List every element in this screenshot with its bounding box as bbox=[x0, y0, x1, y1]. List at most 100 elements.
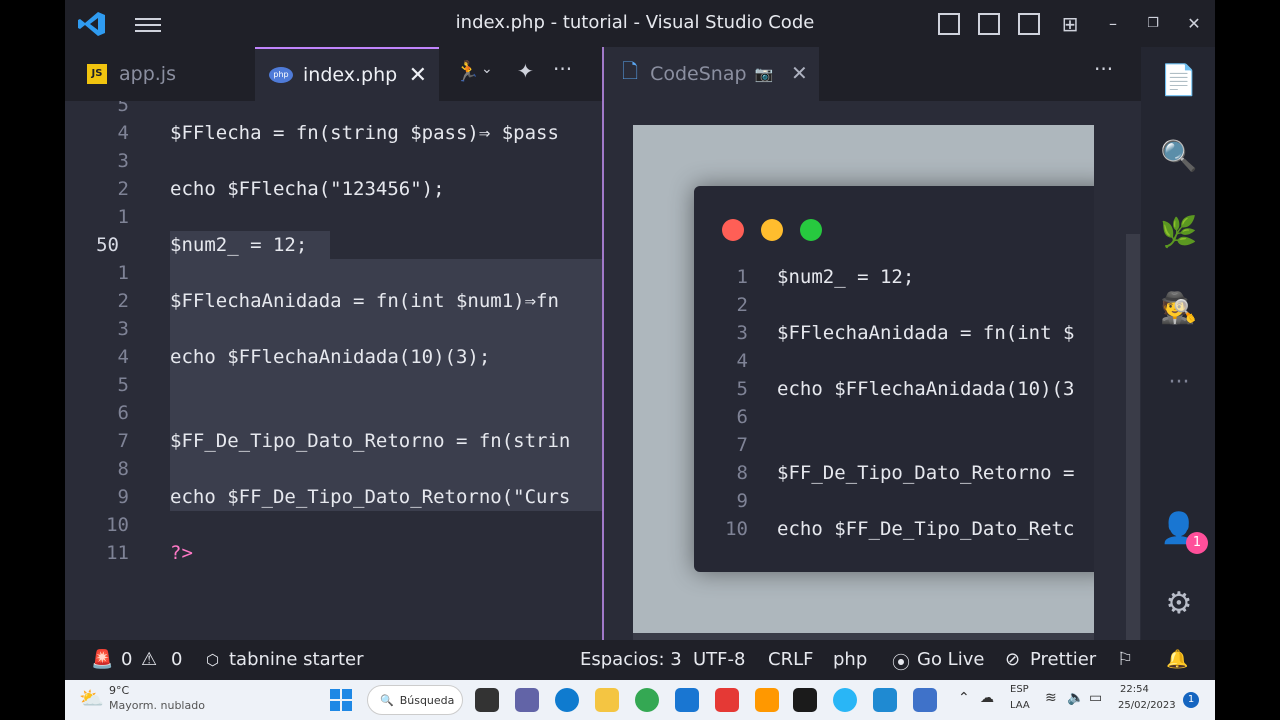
explorer-icon[interactable]: 📄 bbox=[1159, 61, 1199, 101]
menu-icon[interactable] bbox=[135, 14, 161, 34]
code-line: echo $FFlechaAnidada(10)(3); bbox=[170, 346, 491, 368]
toggle-secondary-sidebar-icon[interactable] bbox=[1018, 13, 1040, 35]
camera-icon: 📷 bbox=[754, 65, 774, 83]
source-control-icon[interactable]: 🌿 bbox=[1159, 213, 1199, 253]
code-line: $FF_De_Tipo_Dato_Retorno = fn(strin bbox=[170, 430, 571, 452]
minimize-icon[interactable]: – bbox=[1101, 12, 1125, 36]
code-line: ?> bbox=[170, 542, 193, 564]
taskbar-search[interactable]: 🔍 Búsqueda bbox=[367, 685, 463, 715]
chevron-up-icon[interactable]: ⌃ bbox=[958, 690, 970, 706]
editor-tabs-left: JS app.js php index.php ✕ 🏃 ⌄ ✦ ··· bbox=[65, 47, 602, 101]
weather-icon[interactable]: ⛅ bbox=[79, 686, 104, 710]
input-lang-1[interactable]: ESP bbox=[1010, 684, 1029, 695]
prettier-status[interactable]: Prettier bbox=[1030, 649, 1096, 670]
extensions-icon[interactable]: 🕵 bbox=[1159, 289, 1199, 329]
code-line: $FF_De_Tipo_Dato_Retorno = bbox=[777, 462, 1075, 484]
editor-tabs-right: 🗋 CodeSnap 📷 ✕ ··· bbox=[604, 47, 1141, 101]
code-line: echo $FF_De_Tipo_Dato_Retorno("Curs bbox=[170, 486, 571, 508]
task-view-icon[interactable] bbox=[475, 688, 499, 712]
toggle-primary-sidebar-icon[interactable] bbox=[938, 13, 960, 35]
line-number: 6 bbox=[736, 406, 748, 428]
current-line-number: 50 bbox=[96, 234, 119, 256]
warning-icon[interactable]: ⚠ bbox=[141, 649, 157, 670]
volume-icon[interactable]: 🔈 bbox=[1067, 690, 1084, 706]
chevron-down-icon[interactable]: ⌄ bbox=[481, 61, 493, 77]
line-number: 2 bbox=[117, 290, 129, 312]
teams-chat-icon[interactable] bbox=[515, 688, 539, 712]
error-icon[interactable]: 🚨 bbox=[91, 649, 113, 670]
error-count[interactable]: 0 bbox=[121, 649, 132, 670]
code-line: $FFlechaAnidada = fn(int $num1)⇒fn bbox=[170, 290, 559, 312]
vertical-scrollbar[interactable] bbox=[1126, 234, 1140, 640]
code-editor[interactable]: 5 4 $FFlecha = fn(string $pass)⇒ $pass 3… bbox=[65, 101, 602, 640]
line-number: 7 bbox=[117, 430, 129, 452]
clock-time[interactable]: 22:54 bbox=[1120, 684, 1149, 695]
search-icon[interactable]: 🔍 bbox=[1159, 137, 1199, 177]
line-number: 5 bbox=[736, 378, 748, 400]
line-number: 6 bbox=[117, 402, 129, 424]
file-icon: 🗋 bbox=[622, 59, 639, 83]
code-line: $num2_ = 12; bbox=[170, 234, 308, 256]
more-views-icon[interactable]: ··· bbox=[1159, 363, 1199, 403]
line-number: 8 bbox=[117, 458, 129, 480]
more-actions-icon[interactable]: ··· bbox=[553, 57, 572, 81]
tabnine-status[interactable]: tabnine starter bbox=[229, 649, 364, 670]
weather-temp[interactable]: 9°C bbox=[109, 684, 129, 697]
line-number: 2 bbox=[117, 178, 129, 200]
toggle-panel-icon[interactable] bbox=[978, 13, 1000, 35]
pycharm-icon[interactable] bbox=[793, 688, 817, 712]
notification-badge[interactable]: 1 bbox=[1183, 692, 1199, 708]
notifications-bell-icon[interactable]: 🔔 bbox=[1166, 649, 1188, 670]
vscode-taskbar-icon[interactable] bbox=[873, 688, 897, 712]
tab-app-js[interactable]: JS app.js bbox=[65, 47, 255, 101]
clock-date[interactable]: 25/02/2023 bbox=[1118, 700, 1176, 711]
maximize-dot-icon bbox=[800, 219, 822, 241]
line-number: 10 bbox=[106, 514, 129, 536]
encoding-status[interactable]: UTF-8 bbox=[693, 649, 745, 670]
line-number: 9 bbox=[736, 490, 748, 512]
restore-icon[interactable]: ❐ bbox=[1141, 12, 1165, 36]
file-explorer-icon[interactable] bbox=[595, 688, 619, 712]
tab-label: app.js bbox=[119, 63, 176, 85]
line-number: 3 bbox=[117, 150, 129, 172]
start-button[interactable] bbox=[330, 689, 352, 711]
weather-desc[interactable]: Mayorm. nublado bbox=[109, 699, 205, 712]
broadcast-icon: ⦿ bbox=[892, 653, 910, 674]
customize-layout-icon[interactable]: ⊞ bbox=[1058, 12, 1082, 36]
close-window-icon[interactable]: ✕ bbox=[1182, 12, 1206, 36]
chrome-icon[interactable] bbox=[635, 688, 659, 712]
tabnine-icon: ⬡ bbox=[206, 651, 220, 669]
line-number: 5 bbox=[117, 101, 129, 116]
acrobat-icon[interactable] bbox=[715, 688, 739, 712]
code-line: $FFlechaAnidada = fn(int $ bbox=[777, 322, 1075, 344]
feedback-icon[interactable]: ⚐ bbox=[1117, 649, 1133, 670]
sublime-text-icon[interactable] bbox=[755, 688, 779, 712]
eol-status[interactable]: CRLF bbox=[768, 649, 813, 670]
close-tab-icon[interactable]: ✕ bbox=[791, 61, 808, 85]
wifi-icon[interactable]: ≋ bbox=[1045, 690, 1057, 706]
close-tab-icon[interactable]: ✕ bbox=[409, 63, 427, 88]
tab-codesnap[interactable]: 🗋 CodeSnap 📷 ✕ bbox=[604, 47, 819, 101]
app-icon[interactable] bbox=[833, 688, 857, 712]
line-number: 1 bbox=[117, 206, 129, 228]
edge-icon[interactable] bbox=[555, 688, 579, 712]
input-lang-2[interactable]: LAA bbox=[1010, 700, 1030, 711]
line-number: 2 bbox=[736, 294, 748, 316]
codesnap-icon[interactable]: ✦ bbox=[517, 59, 534, 83]
settings-gear-icon[interactable]: ⚙ bbox=[1159, 584, 1199, 624]
battery-icon[interactable]: ▭ bbox=[1089, 690, 1102, 706]
go-live-button[interactable]: Go Live bbox=[917, 649, 984, 670]
more-actions-icon[interactable]: ··· bbox=[1094, 57, 1113, 81]
line-number: 5 bbox=[117, 374, 129, 396]
onedrive-icon[interactable]: ☁ bbox=[980, 690, 994, 706]
run-icon[interactable]: 🏃 bbox=[455, 59, 480, 83]
indentation-status[interactable]: Espacios: 3 bbox=[580, 649, 682, 670]
photos-icon[interactable] bbox=[913, 688, 937, 712]
tab-index-php[interactable]: php index.php ✕ bbox=[255, 47, 439, 101]
mail-icon[interactable] bbox=[675, 688, 699, 712]
language-mode[interactable]: php bbox=[833, 649, 867, 670]
tab-label: index.php bbox=[303, 64, 398, 86]
code-snapshot-window: 1 $num2_ = 12; 2 3 $FFlechaAnidada = fn(… bbox=[694, 186, 1094, 572]
status-bar: 🚨 0 ⚠ 0 ⬡ tabnine starter Espacios: 3 UT… bbox=[65, 640, 1215, 680]
warning-count[interactable]: 0 bbox=[171, 649, 182, 670]
